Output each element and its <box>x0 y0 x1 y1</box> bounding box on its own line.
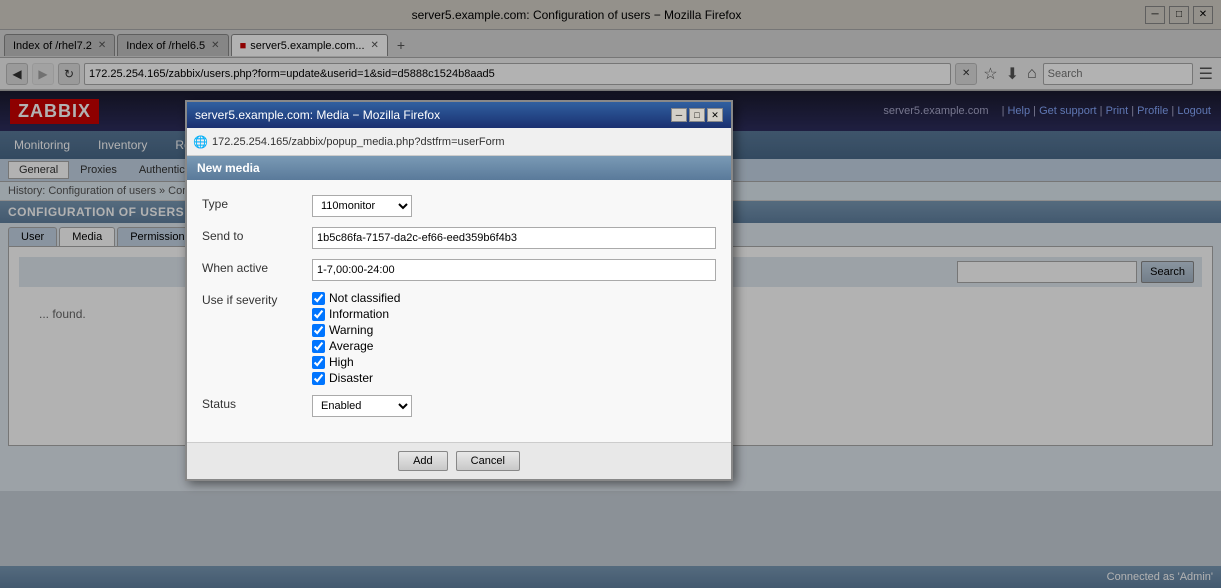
when-active-control <box>312 259 716 281</box>
type-row: Type 110monitor <box>202 195 716 217</box>
severity-average[interactable]: Average <box>312 339 716 353</box>
severity-disaster-checkbox[interactable] <box>312 372 325 385</box>
status-select[interactable]: Enabled Disabled <box>312 395 412 417</box>
modal-title: server5.example.com: Media − Mozilla Fir… <box>195 108 440 122</box>
modal-window: server5.example.com: Media − Mozilla Fir… <box>185 100 733 481</box>
severity-warning[interactable]: Warning <box>312 323 716 337</box>
severity-high-checkbox[interactable] <box>312 356 325 369</box>
modal-title-controls: ─ □ ✕ <box>671 108 723 122</box>
status-control: Enabled Disabled <box>312 395 716 417</box>
severity-high[interactable]: High <box>312 355 716 369</box>
severity-information[interactable]: Information <box>312 307 716 321</box>
status-label: Status <box>202 395 312 411</box>
send-to-row: Send to <box>202 227 716 249</box>
severity-information-checkbox[interactable] <box>312 308 325 321</box>
severity-not-classified[interactable]: Not classified <box>312 291 716 305</box>
severity-not-classified-checkbox[interactable] <box>312 292 325 305</box>
when-active-input[interactable] <box>312 259 716 281</box>
status-row: Status Enabled Disabled <box>202 395 716 417</box>
severity-average-checkbox[interactable] <box>312 340 325 353</box>
use-if-severity-label: Use if severity <box>202 291 312 307</box>
when-active-row: When active <box>202 259 716 281</box>
modal-overlay: server5.example.com: Media − Mozilla Fir… <box>0 0 1221 588</box>
type-select[interactable]: 110monitor <box>312 195 412 217</box>
modal-page-icon: 🌐 <box>193 135 208 149</box>
modal-minimize-button[interactable]: ─ <box>671 108 687 122</box>
severity-disaster[interactable]: Disaster <box>312 371 716 385</box>
severity-row: Use if severity Not classified Informati… <box>202 291 716 385</box>
modal-title-bar: server5.example.com: Media − Mozilla Fir… <box>187 102 731 128</box>
type-control: 110monitor <box>312 195 716 217</box>
send-to-input[interactable] <box>312 227 716 249</box>
modal-restore-button[interactable]: □ <box>689 108 705 122</box>
modal-address-bar: 🌐 172.25.254.165/zabbix/popup_media.php?… <box>187 128 731 156</box>
type-label: Type <box>202 195 312 211</box>
cancel-button[interactable]: Cancel <box>456 451 520 471</box>
modal-address: 172.25.254.165/zabbix/popup_media.php?ds… <box>212 136 505 148</box>
modal-close-button[interactable]: ✕ <box>707 108 723 122</box>
severity-warning-checkbox[interactable] <box>312 324 325 337</box>
modal-header: New media <box>187 156 731 180</box>
add-button[interactable]: Add <box>398 451 448 471</box>
when-active-label: When active <box>202 259 312 275</box>
modal-footer: Add Cancel <box>187 442 731 479</box>
send-to-label: Send to <box>202 227 312 243</box>
send-to-control <box>312 227 716 249</box>
modal-body: Type 110monitor Send to When active <box>187 180 731 442</box>
severity-checkboxes: Not classified Information Warning Avera… <box>312 291 716 385</box>
